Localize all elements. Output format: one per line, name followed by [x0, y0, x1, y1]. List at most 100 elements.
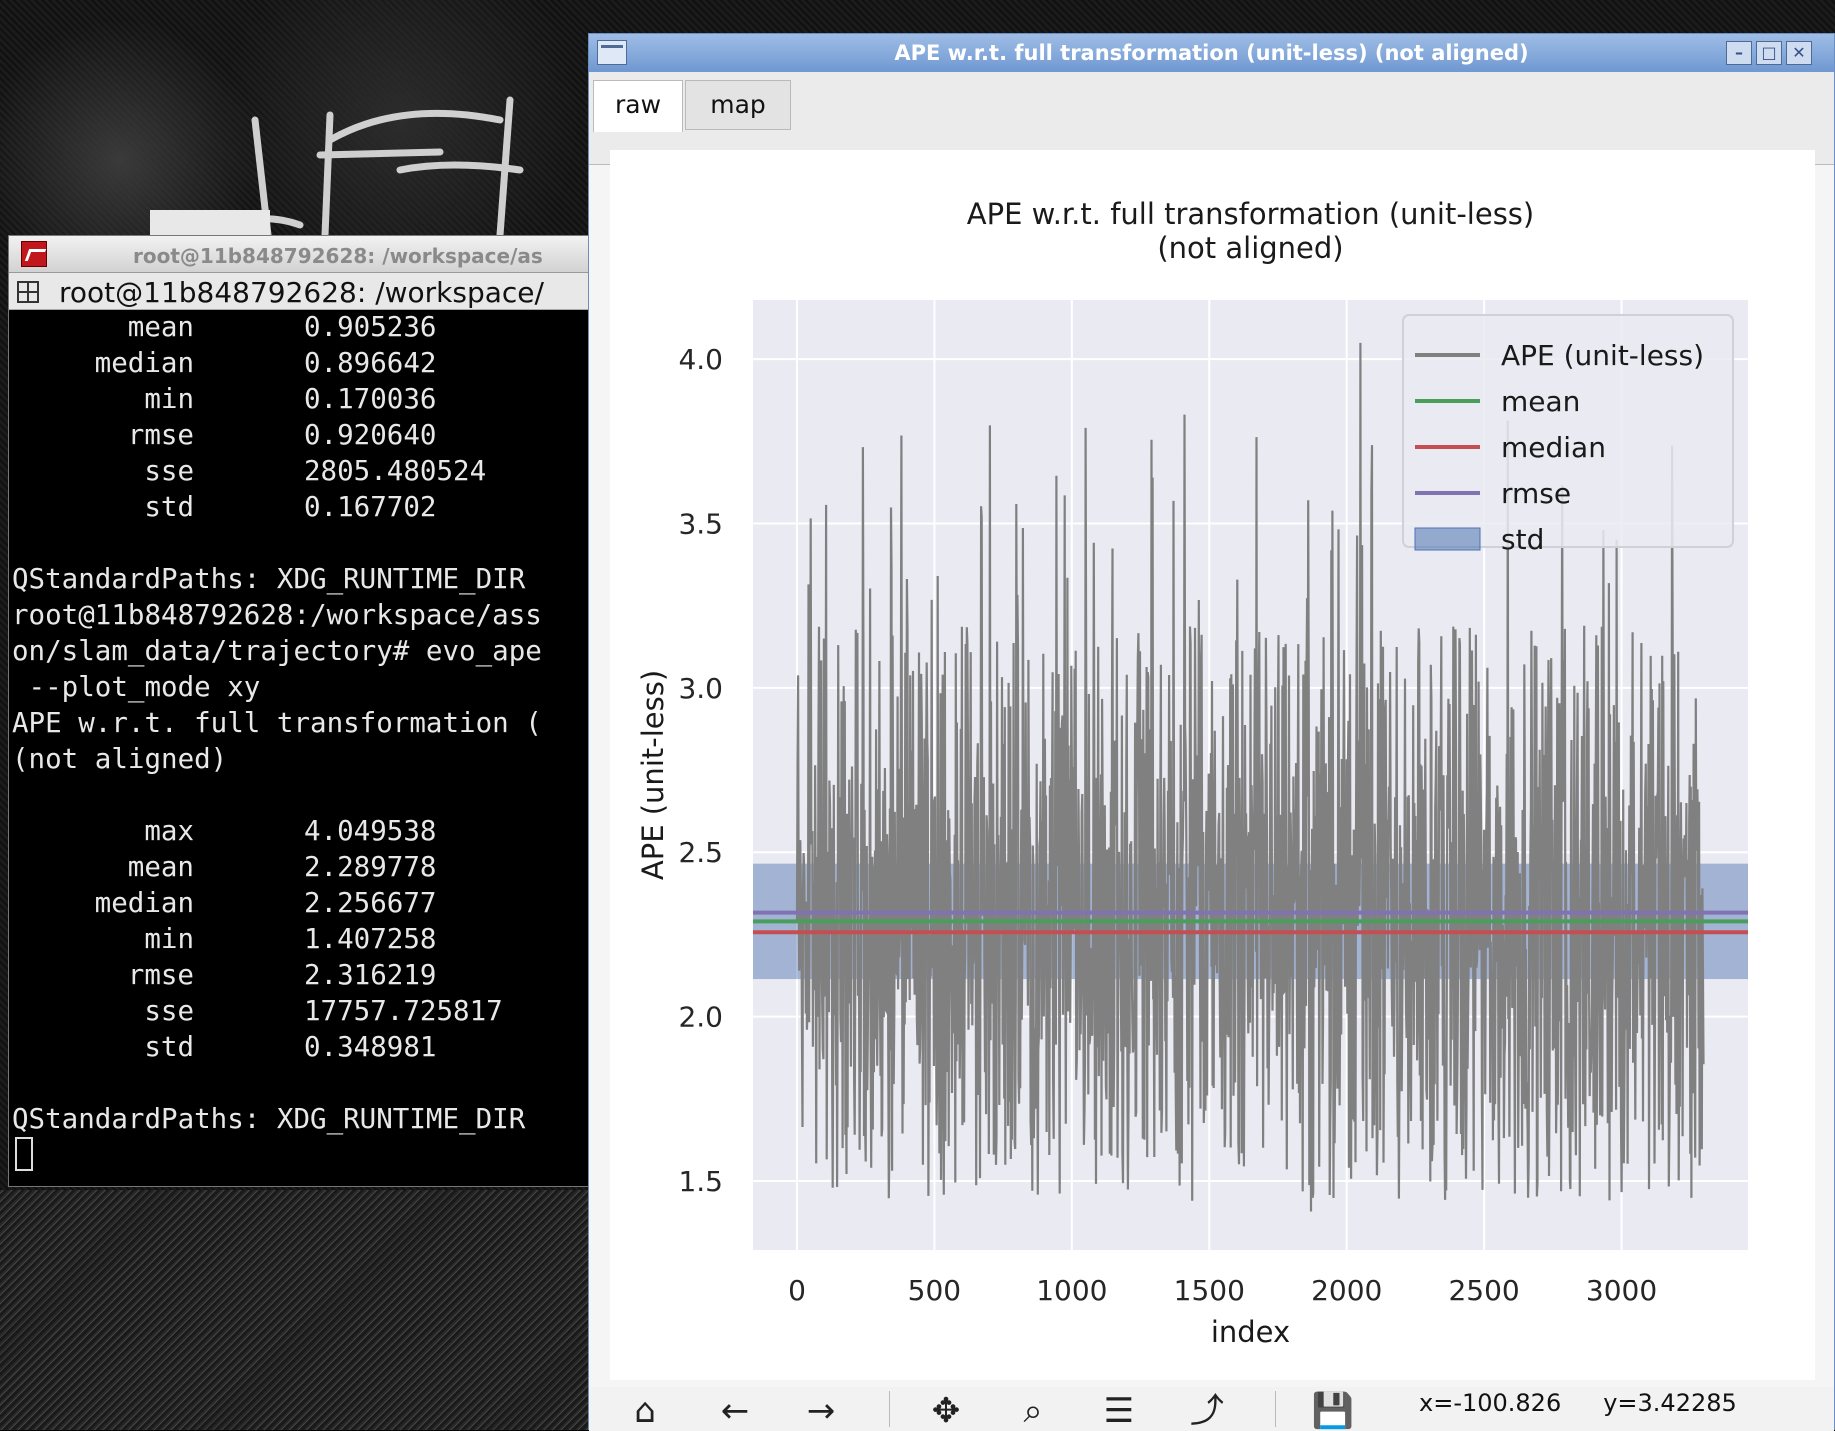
stat-value: 1.407258: [304, 923, 437, 955]
terminal-output[interactable]: mean 0.905236 median 0.896642 min 0.170036 rms…: [9, 309, 599, 1179]
stat-row: min 0.170036: [9, 381, 599, 417]
y-tick-label: 2.0: [678, 1001, 723, 1034]
terminal-tabbar[interactable]: root@11b848792628: /workspace/: [9, 273, 599, 310]
chart-title: (not aligned): [1157, 231, 1343, 265]
terminal-app-icon[interactable]: [21, 241, 47, 267]
pan-icon[interactable]: ✥: [924, 1391, 968, 1431]
desktop-wallpaper-art: [0, 60, 590, 235]
cursor-coordinates: x=-100.826 y=3.42285: [1419, 1389, 1737, 1417]
toolbar-separator: [889, 1391, 890, 1427]
terminal-line: on/slam_data/trajectory# evo_ape: [12, 635, 542, 667]
matplotlib-toolbar: ⌂ ← → ✥ ⌕ ☰ ⤴ 💾 x=-100.826 y=3.42285: [589, 1387, 1834, 1431]
desktop-wallpaper-texture: [0, 1190, 590, 1430]
stat-key: mean: [127, 311, 194, 343]
chart-title: APE w.r.t. full transformation (unit-les…: [967, 197, 1534, 231]
tab-map[interactable]: map: [685, 80, 791, 130]
stat-key: sse: [144, 995, 194, 1027]
x-tick-label: 1500: [1174, 1274, 1245, 1307]
stat-value: 0.920640: [304, 419, 437, 451]
ape-chart[interactable]: 0 500 1000 1500 2000 2500 3000 1.5 2.0 2.5 3.0 3.5 4…: [610, 150, 1815, 1380]
terminal-titlebar[interactable]: root@11b848792628: /workspace/as: [9, 236, 599, 273]
stat-value: 2.256677: [304, 887, 437, 919]
edit-axis-icon[interactable]: ⤴: [1185, 1391, 1229, 1431]
coord-x: x=-100.826: [1419, 1389, 1562, 1417]
stat-value: 0.905236: [304, 311, 437, 343]
stat-value: 0.348981: [304, 1031, 437, 1063]
home-icon[interactable]: ⌂: [623, 1391, 667, 1431]
close-icon[interactable]: ✕: [1786, 41, 1812, 65]
stat-row: mean 0.905236: [9, 309, 599, 345]
toolbar-separator: [1275, 1391, 1276, 1427]
y-axis-label: APE (unit-less): [636, 670, 670, 880]
stat-key: sse: [144, 455, 194, 487]
configure-subplots-icon[interactable]: ☰: [1097, 1391, 1141, 1431]
terminal-line: --plot_mode xy: [12, 671, 261, 703]
x-tick-label: 0: [788, 1274, 806, 1307]
stat-key: median: [94, 887, 194, 919]
x-tick-label: 2000: [1311, 1274, 1382, 1307]
plot-window-title: APE w.r.t. full transformation (unit-les…: [894, 41, 1529, 65]
stat-key: std: [144, 491, 194, 523]
legend-label: median: [1501, 431, 1606, 464]
terminal-line: QStandardPaths: XDG_RUNTIME_DIR: [12, 563, 526, 595]
stat-key: max: [144, 815, 194, 847]
legend-label: rmse: [1501, 477, 1571, 510]
stat-row: std 0.348981: [9, 1029, 599, 1065]
stat-key: mean: [127, 851, 194, 883]
x-tick-label: 500: [908, 1274, 961, 1307]
tab-raw[interactable]: raw: [593, 80, 683, 132]
terminal-tab-icon[interactable]: [17, 281, 39, 303]
terminal-line: APE w.r.t. full transformation (: [12, 707, 542, 739]
legend-label: mean: [1501, 385, 1580, 418]
stat-value: 4.049538: [304, 815, 437, 847]
save-icon[interactable]: 💾: [1311, 1391, 1355, 1431]
stat-value: 17757.725817: [304, 995, 503, 1027]
plot-titlebar[interactable]: APE w.r.t. full transformation (unit-les…: [589, 34, 1834, 73]
legend-swatch: [1414, 527, 1481, 551]
stat-key: min: [144, 383, 194, 415]
back-icon[interactable]: ←: [713, 1391, 757, 1431]
plot-window[interactable]: APE w.r.t. full transformation (unit-les…: [588, 33, 1835, 1431]
forward-icon[interactable]: →: [799, 1391, 843, 1431]
stats-block-bottom: max 4.049538 mean 2.289778 median 2.256677 min…: [9, 813, 599, 1065]
terminal-tab-title[interactable]: root@11b848792628: /workspace/: [59, 276, 544, 309]
stat-row: median 0.896642: [9, 345, 599, 381]
y-tick-label: 1.5: [678, 1165, 723, 1198]
maximize-icon[interactable]: □: [1756, 41, 1782, 65]
stat-key: std: [144, 1031, 194, 1063]
stat-value: 2.316219: [304, 959, 437, 991]
minimize-icon[interactable]: –: [1726, 41, 1752, 65]
y-tick-label: 3.5: [678, 508, 723, 541]
x-tick-label: 2500: [1448, 1274, 1519, 1307]
coord-y: y=3.42285: [1603, 1389, 1737, 1417]
stat-key: rmse: [127, 959, 194, 991]
terminal-lines: QStandardPaths: XDG_RUNTIME_DIR root@11b8…: [9, 561, 599, 777]
stat-key: median: [94, 347, 194, 379]
stat-row: median 2.256677: [9, 885, 599, 921]
stat-value: 2805.480524: [304, 455, 487, 487]
stat-row: mean 2.289778: [9, 849, 599, 885]
stat-key: rmse: [127, 419, 194, 451]
zoom-icon[interactable]: ⌕: [1011, 1391, 1055, 1431]
stat-row: sse 17757.725817: [9, 993, 599, 1029]
terminal-line: (not aligned): [12, 743, 228, 775]
terminal-window[interactable]: root@11b848792628: /workspace/as root@11…: [8, 235, 600, 1187]
figure-canvas[interactable]: 0 500 1000 1500 2000 2500 3000 1.5 2.0 2.5 3.0 3.5 4…: [610, 150, 1815, 1380]
y-tick-label: 4.0: [678, 343, 723, 376]
y-tick-label: 3.0: [678, 672, 723, 705]
y-tick-label: 2.5: [678, 836, 723, 869]
stat-row: std 0.167702: [9, 489, 599, 525]
stats-block-top: mean 0.905236 median 0.896642 min 0.170036 rms…: [9, 309, 599, 525]
stat-value: 0.896642: [304, 347, 437, 379]
terminal-line: root@11b848792628:/workspace/ass: [12, 599, 542, 631]
stat-value: 2.289778: [304, 851, 437, 883]
stat-row: rmse 2.316219: [9, 957, 599, 993]
x-axis-label: index: [1211, 1315, 1290, 1349]
stat-row: min 1.407258: [9, 921, 599, 957]
x-tick-label: 1000: [1036, 1274, 1107, 1307]
terminal-window-title: root@11b848792628: /workspace/as: [133, 244, 543, 268]
stat-row: rmse 0.920640: [9, 417, 599, 453]
stat-value: 0.170036: [304, 383, 437, 415]
